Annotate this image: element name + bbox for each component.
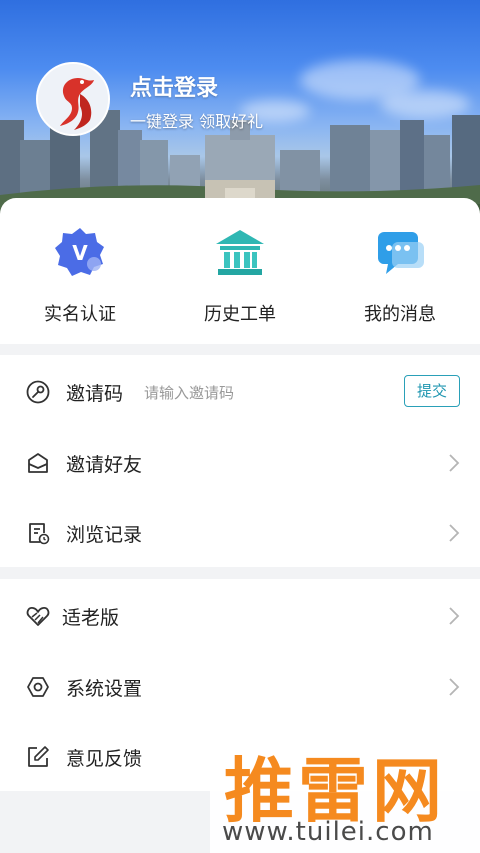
svg-text:V: V — [72, 241, 88, 265]
envelope-icon — [28, 453, 48, 473]
chevron-right-icon — [449, 678, 460, 696]
settings-icon — [27, 677, 49, 697]
verified-badge-icon: V — [55, 228, 104, 276]
edit-icon — [28, 746, 49, 767]
watermark-url: www.tuilei.com — [222, 817, 434, 847]
avatar[interactable] — [36, 62, 110, 136]
key-icon — [26, 380, 50, 404]
quick-action-history-orders[interactable]: 历史工单 — [160, 224, 320, 326]
heart-hands-icon — [26, 607, 50, 626]
quick-action-label: 历史工单 — [204, 304, 276, 325]
chevron-right-icon — [449, 524, 460, 542]
invite-code-row: 邀请码 请输入邀请码 提交 — [0, 357, 480, 427]
quick-action-label: 我的消息 — [364, 304, 436, 325]
menu-item-label: 适老版 — [62, 607, 120, 629]
quick-actions-card: V 实名认证 历史工单 我的消息 — [0, 198, 480, 344]
quick-action-my-messages[interactable]: 我的消息 — [320, 224, 480, 326]
history-icon — [29, 523, 50, 545]
chevron-right-icon — [449, 454, 460, 472]
profile-banner: 点击登录 一键登录 领取好礼 — [0, 0, 480, 230]
quick-action-real-name[interactable]: V 实名认证 — [0, 224, 160, 326]
login-title[interactable]: 点击登录 — [130, 70, 218, 102]
menu-section-invite: 邀请码 请输入邀请码 提交 邀请好友 浏览记录 — [0, 355, 480, 567]
invite-code-label: 邀请码 — [66, 383, 124, 405]
message-icon — [378, 232, 424, 274]
menu-item-label: 意见反馈 — [66, 748, 143, 770]
menu-item-label: 系统设置 — [66, 678, 143, 700]
menu-item-browse-history[interactable]: 浏览记录 — [0, 498, 480, 568]
chevron-right-icon — [449, 607, 460, 625]
building-icon — [216, 230, 264, 275]
menu-item-elderly-mode[interactable]: 适老版 — [0, 581, 480, 651]
invite-code-input[interactable]: 请输入邀请码 — [144, 382, 234, 403]
quick-action-label: 实名认证 — [44, 304, 116, 325]
menu-item-system-settings[interactable]: 系统设置 — [0, 652, 480, 722]
menu-item-invite-friends[interactable]: 邀请好友 — [0, 428, 480, 498]
menu-item-label: 浏览记录 — [66, 524, 143, 546]
menu-item-label: 邀请好友 — [66, 454, 143, 476]
watermark: 推雷网 www.tuilei.com — [210, 733, 480, 853]
submit-button[interactable]: 提交 — [404, 375, 460, 407]
login-subtitle[interactable]: 一键登录 领取好礼 — [130, 108, 263, 132]
